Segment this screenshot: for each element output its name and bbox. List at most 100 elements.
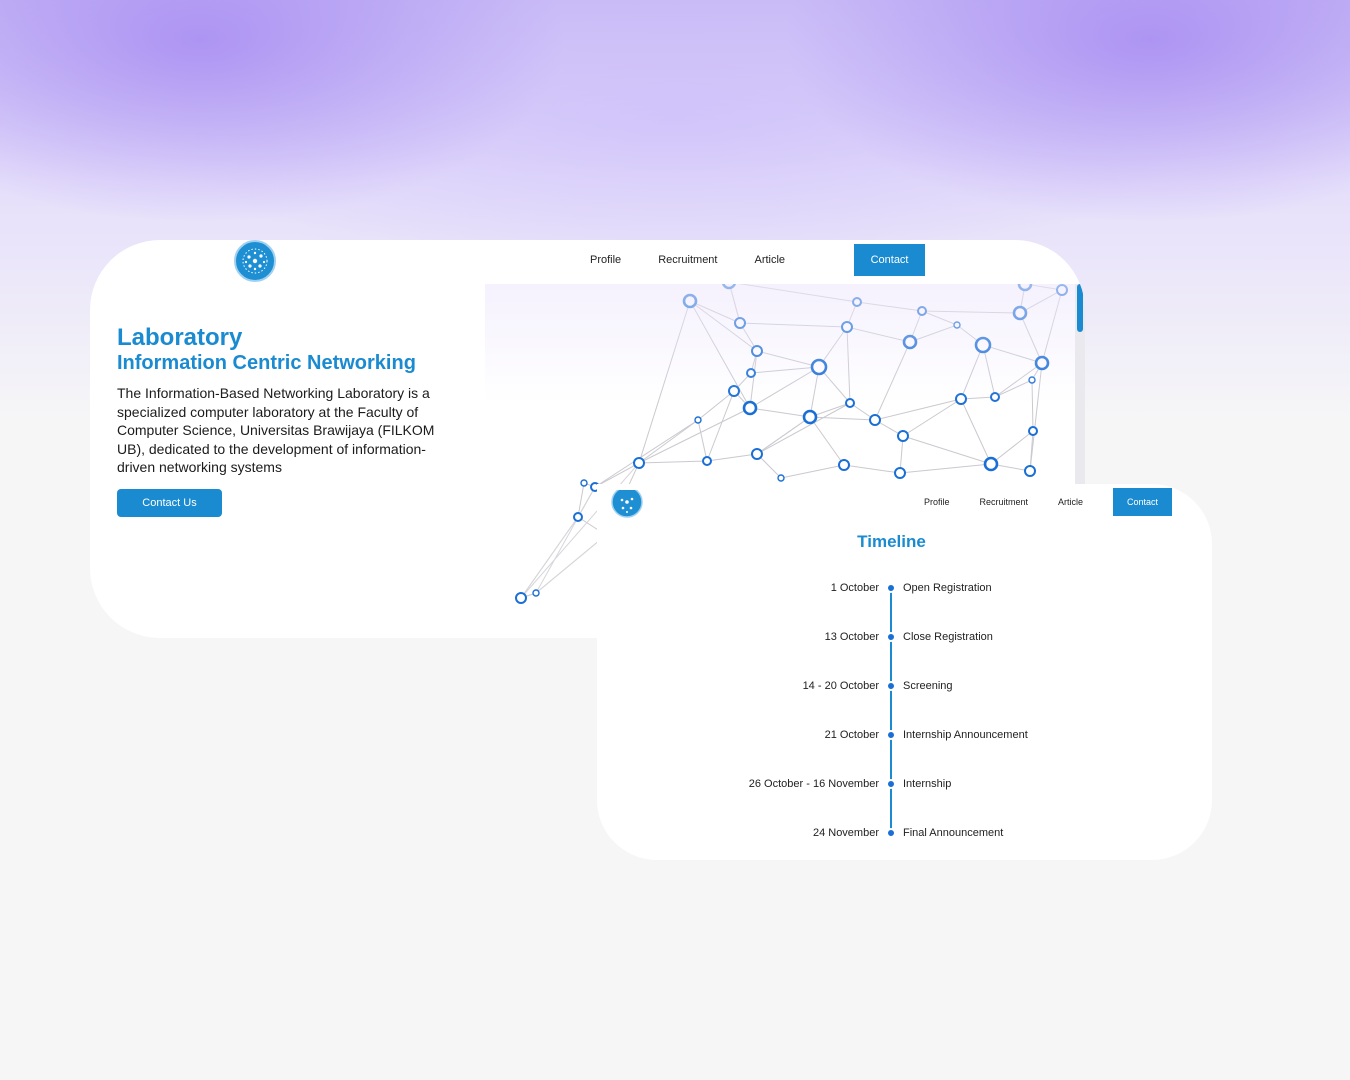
network-edge <box>843 464 901 474</box>
network-edge <box>1019 312 1043 364</box>
network-edge <box>846 326 851 404</box>
network-edge <box>756 416 811 455</box>
network-node <box>734 317 746 329</box>
nav-recruitment[interactable]: Recruitment <box>658 244 717 276</box>
timeline-card: Profile Recruitment Article Contact Time… <box>597 484 1212 860</box>
network-node <box>902 334 918 350</box>
network-edge <box>960 398 992 465</box>
hero-title: Laboratory <box>117 324 243 351</box>
timeline-date: 1 October <box>830 582 879 594</box>
timeline-event: Close Registration <box>903 631 993 643</box>
network-edge <box>638 419 699 464</box>
network-edge <box>520 516 579 599</box>
timeline-dot <box>888 732 894 738</box>
network-node <box>633 457 645 469</box>
network-node <box>845 398 855 408</box>
timeline-date: 24 November <box>812 827 879 839</box>
timeline-title: Timeline <box>857 532 926 551</box>
nav-article[interactable]: Article <box>754 244 785 276</box>
timeline-event: Final Announcement <box>903 827 1004 839</box>
lab-logo-icon[interactable] <box>234 240 276 282</box>
network-edge <box>706 453 758 462</box>
nav-article[interactable]: Article <box>1058 488 1083 516</box>
network-node <box>777 474 785 482</box>
timeline-dot <box>888 634 894 640</box>
network-node <box>852 297 862 307</box>
contact-us-button[interactable]: Contact Us <box>117 489 222 517</box>
network-edge <box>902 435 992 465</box>
network-node <box>953 321 961 329</box>
timeline-dot <box>888 781 894 787</box>
network-node <box>751 448 763 460</box>
network-node <box>990 392 1000 402</box>
network-edge <box>756 350 820 368</box>
network-edge <box>1041 289 1063 364</box>
network-node <box>694 416 702 424</box>
timeline-row: 24 November Final Announcement <box>597 825 1212 841</box>
network-node <box>974 336 992 354</box>
network-node <box>1034 355 1050 371</box>
timeline-date: 21 October <box>824 729 879 741</box>
network-node <box>802 409 818 425</box>
timeline-date: 26 October - 16 November <box>748 778 879 790</box>
nav-contact-button[interactable]: Contact <box>1113 488 1173 516</box>
timeline-nav: Profile Recruitment Article Contact <box>924 488 1173 516</box>
nav-recruitment[interactable]: Recruitment <box>980 488 1029 516</box>
network-node <box>894 467 906 479</box>
scrollbar-thumb[interactable] <box>1077 284 1083 332</box>
nav-contact-button[interactable]: Contact <box>854 244 926 276</box>
timeline-row: 26 October - 16 November Internship <box>597 776 1212 792</box>
network-node <box>1028 426 1038 436</box>
network-edge <box>638 300 691 464</box>
network-node <box>1056 284 1068 296</box>
network-edge <box>749 407 811 418</box>
timeline-event: Screening <box>903 680 953 692</box>
network-node <box>1012 305 1028 321</box>
network-node <box>532 589 540 597</box>
network-node <box>869 414 881 426</box>
network-edge <box>874 341 911 421</box>
network-edge <box>899 463 992 474</box>
network-node <box>515 592 527 604</box>
network-edge <box>739 322 848 328</box>
main-nav: Profile Recruitment Article Contact <box>590 244 926 276</box>
nav-profile[interactable]: Profile <box>590 244 621 276</box>
network-edge <box>738 284 858 303</box>
timeline-row: 13 October Close Registration <box>597 629 1212 645</box>
timeline-date: 14 - 20 October <box>802 680 879 692</box>
network-node <box>917 306 927 316</box>
network-node <box>1028 376 1036 384</box>
network-edge <box>697 419 708 462</box>
timeline-line <box>890 588 892 834</box>
network-edge <box>729 284 741 324</box>
network-node <box>983 456 999 472</box>
network-edge <box>856 301 923 312</box>
network-edge <box>902 398 962 437</box>
network-edge <box>749 366 820 409</box>
network-node <box>841 321 853 333</box>
hero-subtitle: Information Centric Networking <box>117 352 416 374</box>
timeline-dot <box>888 830 894 836</box>
network-edge <box>960 344 984 400</box>
timeline-dot <box>888 683 894 689</box>
timeline-row: 21 October Internship Announcement <box>597 727 1212 743</box>
network-edge <box>535 534 607 594</box>
network-edge <box>689 300 758 352</box>
network-edge <box>921 310 958 326</box>
nav-profile[interactable]: Profile <box>924 488 950 516</box>
network-node <box>580 479 588 487</box>
timeline-dot <box>888 585 894 591</box>
network-edge <box>994 379 1033 398</box>
network-node <box>721 284 737 290</box>
network-node <box>1024 465 1036 477</box>
network-edge <box>750 366 820 374</box>
network-edge <box>638 460 708 464</box>
network-edge <box>638 407 751 464</box>
network-node <box>573 512 583 522</box>
network-edge <box>594 419 699 488</box>
scrollbar[interactable] <box>1075 284 1085 484</box>
lab-logo-icon[interactable] <box>611 490 643 518</box>
network-edge <box>749 350 758 409</box>
network-edge <box>921 310 1021 314</box>
timeline-row: 14 - 20 October Screening <box>597 678 1212 694</box>
